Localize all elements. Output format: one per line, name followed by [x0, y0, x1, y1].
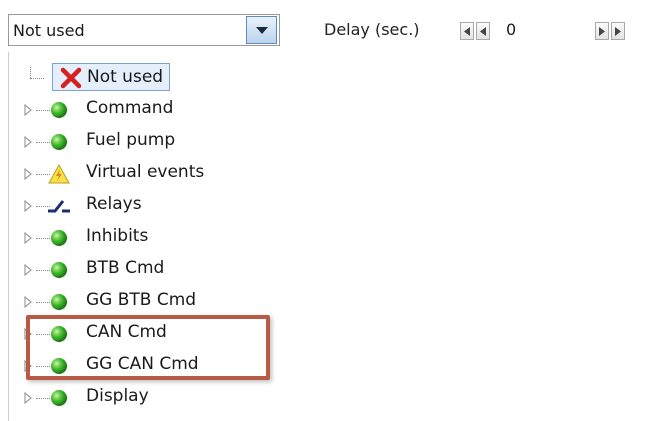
warning-bolt-icon [48, 163, 70, 184]
green-ball-icon [51, 390, 67, 406]
tree-connector [30, 78, 44, 79]
green-ball-icon [51, 262, 67, 278]
delay-decrement-button[interactable] [476, 22, 490, 40]
relay-switch-icon [48, 200, 70, 213]
combo-dropdown-button[interactable] [246, 16, 277, 44]
tree-item-command[interactable]: Command [8, 94, 608, 126]
event-combo-box[interactable]: Not used [8, 14, 280, 46]
tree-item-fuel-pump[interactable]: Fuel pump [8, 126, 608, 158]
green-ball-icon [51, 294, 67, 310]
tree-item-label: Relays [86, 194, 142, 214]
delay-increment-fast-button[interactable] [611, 22, 625, 40]
tree-item-inhibits[interactable]: Inhibits [8, 222, 608, 254]
expand-arrow-icon[interactable] [24, 200, 32, 212]
combo-value: Not used [13, 21, 85, 40]
tree-item-label: Display [86, 386, 149, 406]
red-x-icon [60, 67, 82, 89]
tree-item-label: Virtual events [86, 162, 205, 182]
delay-label: Delay (sec.) [324, 20, 420, 39]
expand-arrow-icon[interactable] [24, 296, 32, 308]
delay-value[interactable]: 0 [506, 20, 516, 39]
tree-item-display[interactable]: Display [8, 382, 608, 414]
tree-connector [30, 67, 31, 78]
arrow-right-icon [599, 27, 605, 36]
expand-arrow-icon[interactable] [24, 168, 32, 180]
green-ball-icon [51, 102, 67, 118]
delay-increment-button[interactable] [595, 22, 609, 40]
chevron-down-icon [256, 27, 268, 34]
tree-item-virtual-events[interactable]: Virtual events [8, 158, 608, 190]
tree-item-gg-btb-cmd[interactable]: GG BTB Cmd [8, 286, 608, 318]
tree-item-relays[interactable]: Relays [8, 190, 608, 222]
green-ball-icon [51, 134, 67, 150]
highlight-box [26, 315, 270, 380]
expand-arrow-icon[interactable] [24, 232, 32, 244]
arrow-left-icon [480, 27, 486, 36]
tree-item-label: BTB Cmd [86, 258, 165, 278]
tree-item-label: GG BTB Cmd [86, 290, 197, 310]
expand-arrow-icon[interactable] [24, 104, 32, 116]
tree-item-btb-cmd[interactable]: BTB Cmd [8, 254, 608, 286]
expand-arrow-icon[interactable] [24, 264, 32, 276]
delay-decrement-fast-button[interactable] [460, 22, 474, 40]
green-ball-icon [51, 230, 67, 246]
tree-item-label: Fuel pump [86, 130, 176, 150]
expand-arrow-icon[interactable] [24, 392, 32, 404]
tree-item-label: Inhibits [86, 226, 149, 246]
expand-arrow-icon[interactable] [24, 136, 32, 148]
tree-item-not-used[interactable]: Not used [8, 62, 608, 94]
tree-item-label: Command [86, 98, 174, 118]
arrow-right-icon [615, 27, 621, 36]
arrow-left-icon [464, 27, 470, 36]
